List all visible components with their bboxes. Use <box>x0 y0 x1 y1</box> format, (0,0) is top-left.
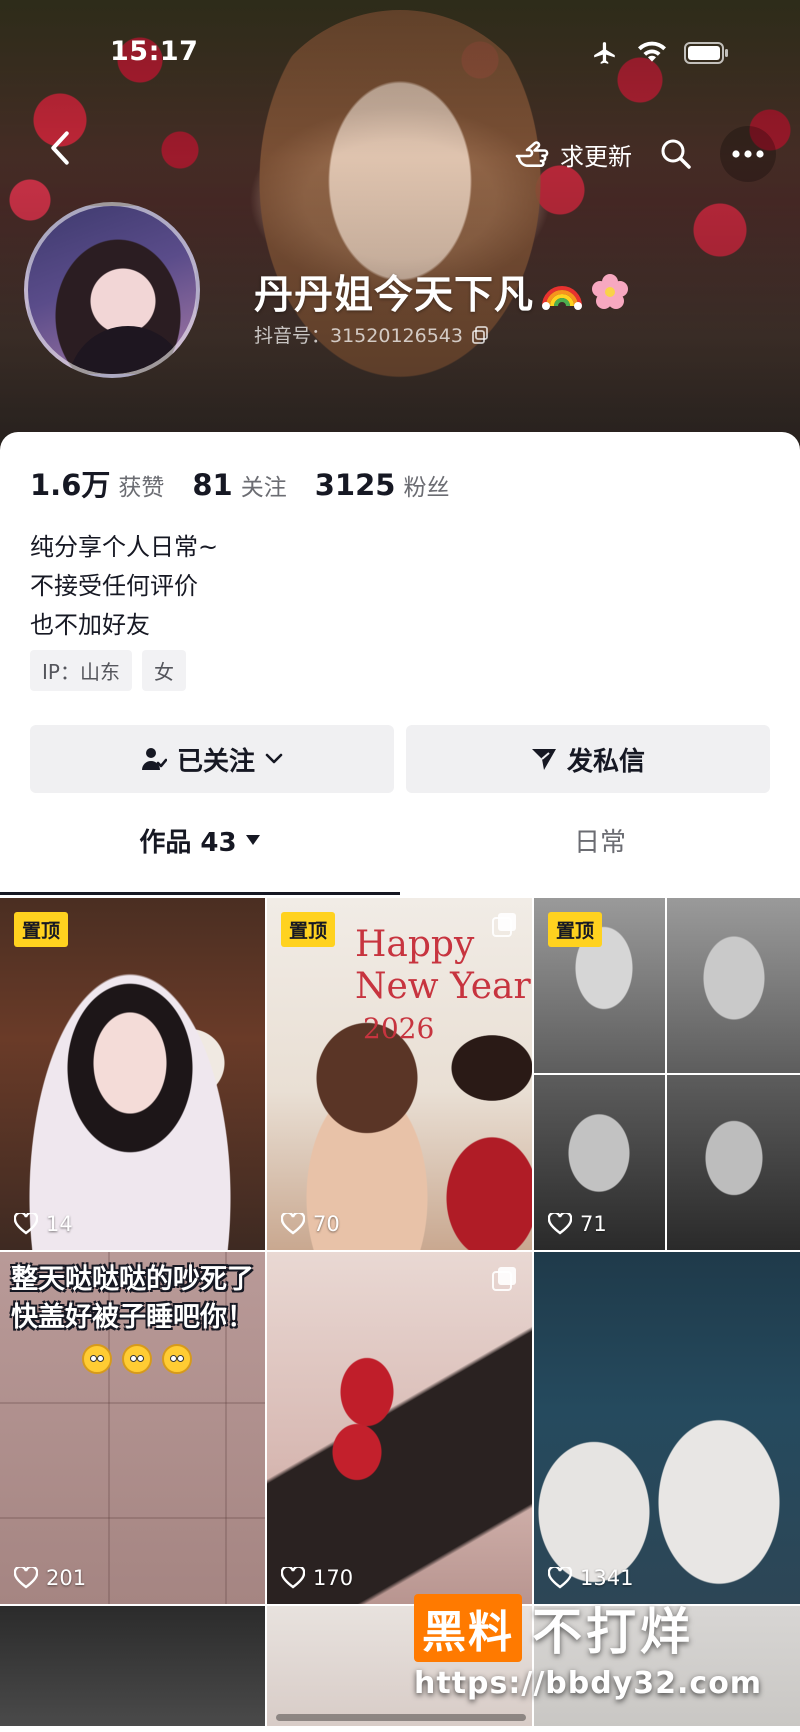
pointing-hand-icon <box>514 138 550 170</box>
copy-icon[interactable] <box>471 325 489 344</box>
stat-followers-value: 3125 <box>314 468 396 502</box>
video-thumbnail[interactable]: 置顶 14 <box>0 898 265 1250</box>
stat-following-label: 关注 <box>240 475 287 501</box>
like-count-value: 70 <box>313 1212 340 1236</box>
rainbow-emoji-icon <box>540 275 584 310</box>
stats-row: 1.6万 获赞 81 关注 3125 粉丝 <box>30 462 449 504</box>
stat-followers-label: 粉丝 <box>403 475 450 501</box>
like-count: 170 <box>281 1566 353 1590</box>
stat-likes[interactable]: 1.6万 获赞 <box>30 462 164 504</box>
profile-name: 丹丹姐今天下凡 <box>254 264 630 320</box>
overlay-caption: 整天哒哒哒的吵死了 <box>11 1264 254 1295</box>
more-icon[interactable] <box>720 126 776 182</box>
tab-works-label: 作品 43 <box>139 827 237 858</box>
eye-roll-emoji-icon <box>82 1344 112 1374</box>
send-icon <box>531 747 557 771</box>
profile-screen: 15:17 求更新 丹丹姐今天下凡 抖音号：31520126543 1.6万 获… <box>0 0 800 1732</box>
like-count-value: 170 <box>313 1566 354 1590</box>
followed-button[interactable]: 已关注 <box>30 725 394 793</box>
video-thumbnail[interactable]: 整天哒哒哒的吵死了 快盖好被子睡吧你！ 201 <box>0 1252 265 1604</box>
video-thumbnail[interactable] <box>0 1606 265 1726</box>
content-tabs: 作品 43 日常 <box>0 807 800 873</box>
bio-line: 纯分享个人日常~ <box>30 533 219 561</box>
like-count: 201 <box>14 1566 86 1590</box>
bio: 纯分享个人日常~ 不接受任何评价 也不加好友 <box>30 528 218 645</box>
request-update-label: 求更新 <box>560 142 632 171</box>
heart-icon <box>14 1567 38 1589</box>
stat-following-value: 81 <box>192 468 233 502</box>
douyin-id[interactable]: 抖音号：31520126543 <box>254 321 489 348</box>
active-tab-indicator <box>0 892 400 895</box>
status-icons <box>590 40 730 66</box>
stat-likes-value: 1.6万 <box>30 468 111 502</box>
video-thumbnail[interactable]: 1341 <box>534 1252 800 1604</box>
stat-following[interactable]: 81 关注 <box>192 468 286 502</box>
heart-icon <box>548 1213 572 1235</box>
like-count: 14 <box>14 1212 73 1236</box>
like-count-value: 71 <box>580 1212 607 1236</box>
avatar[interactable] <box>24 202 200 378</box>
like-count: 1341 <box>548 1566 633 1590</box>
video-thumbnail[interactable]: 置顶 Happy New Year 2026 70 <box>267 898 532 1250</box>
gender-tag: 女 <box>141 650 186 691</box>
profile-name-text: 丹丹姐今天下凡 <box>254 273 535 318</box>
wifi-icon <box>636 41 668 65</box>
like-count-value: 1341 <box>580 1566 634 1590</box>
pinned-badge: 置顶 <box>281 912 336 947</box>
tab-daily-label: 日常 <box>573 827 626 858</box>
watermark-main-text: 不打烊 <box>532 1603 694 1661</box>
eye-roll-emojis <box>82 1344 192 1374</box>
home-indicator <box>276 1714 526 1721</box>
user-check-icon <box>141 746 167 772</box>
tab-works[interactable]: 作品 43 <box>0 807 400 873</box>
watermark-url: https://bbdy32.com <box>414 1666 763 1701</box>
caret-down-icon <box>245 834 261 846</box>
action-buttons: 已关注 发私信 <box>30 725 770 793</box>
overlay-caption: 快盖好被子睡吧你！ <box>11 1302 254 1333</box>
video-thumbnail[interactable]: 170 <box>267 1252 532 1604</box>
new-year-line: New Year <box>355 966 531 1007</box>
like-count: 70 <box>281 1212 340 1236</box>
bio-line: 不接受任何评价 <box>30 572 198 600</box>
year-line: 2026 <box>363 1012 435 1045</box>
request-update-button[interactable]: 求更新 <box>514 137 632 172</box>
douyin-id-text: 抖音号：31520126543 <box>254 325 463 347</box>
heart-icon <box>14 1213 38 1235</box>
video-thumbnail[interactable]: 置顶 71 <box>534 898 800 1250</box>
happy-line: Happy <box>355 924 475 965</box>
watermark-box-text: 黑料 <box>414 1594 522 1662</box>
profile-tags: IP：山东 女 <box>30 650 186 691</box>
airplane-icon <box>590 40 620 66</box>
heart-icon <box>281 1567 305 1589</box>
pinned-badge: 置顶 <box>14 912 69 947</box>
multi-image-icon <box>492 1266 518 1296</box>
eye-roll-emoji-icon <box>162 1344 192 1374</box>
heart-icon <box>548 1567 572 1589</box>
message-button-label: 发私信 <box>566 746 645 777</box>
like-count-value: 14 <box>46 1212 73 1236</box>
back-arrow-icon[interactable] <box>42 128 78 168</box>
stat-likes-label: 获赞 <box>118 475 165 501</box>
tab-daily[interactable]: 日常 <box>400 807 800 873</box>
heart-icon <box>281 1213 305 1235</box>
like-count: 71 <box>548 1212 607 1236</box>
search-icon[interactable] <box>660 138 692 170</box>
watermark: 黑料 不打烊 <box>414 1592 694 1664</box>
top-nav-actions: 求更新 <box>514 126 776 182</box>
like-count-value: 201 <box>46 1566 87 1590</box>
chevron-down-icon <box>265 753 283 765</box>
bio-line: 也不加好友 <box>30 611 150 639</box>
status-time: 15:17 <box>110 36 199 67</box>
message-button[interactable]: 发私信 <box>406 725 770 793</box>
flower-emoji-icon <box>590 272 630 312</box>
eye-roll-emoji-icon <box>122 1344 152 1374</box>
stat-followers[interactable]: 3125 粉丝 <box>315 468 450 502</box>
battery-icon <box>684 41 730 65</box>
followed-button-label: 已关注 <box>176 746 255 777</box>
happy-new-year-text: Happy New Year 2026 <box>355 924 531 1050</box>
ip-location-tag: IP：山东 <box>30 650 132 691</box>
pinned-badge: 置顶 <box>548 912 603 947</box>
